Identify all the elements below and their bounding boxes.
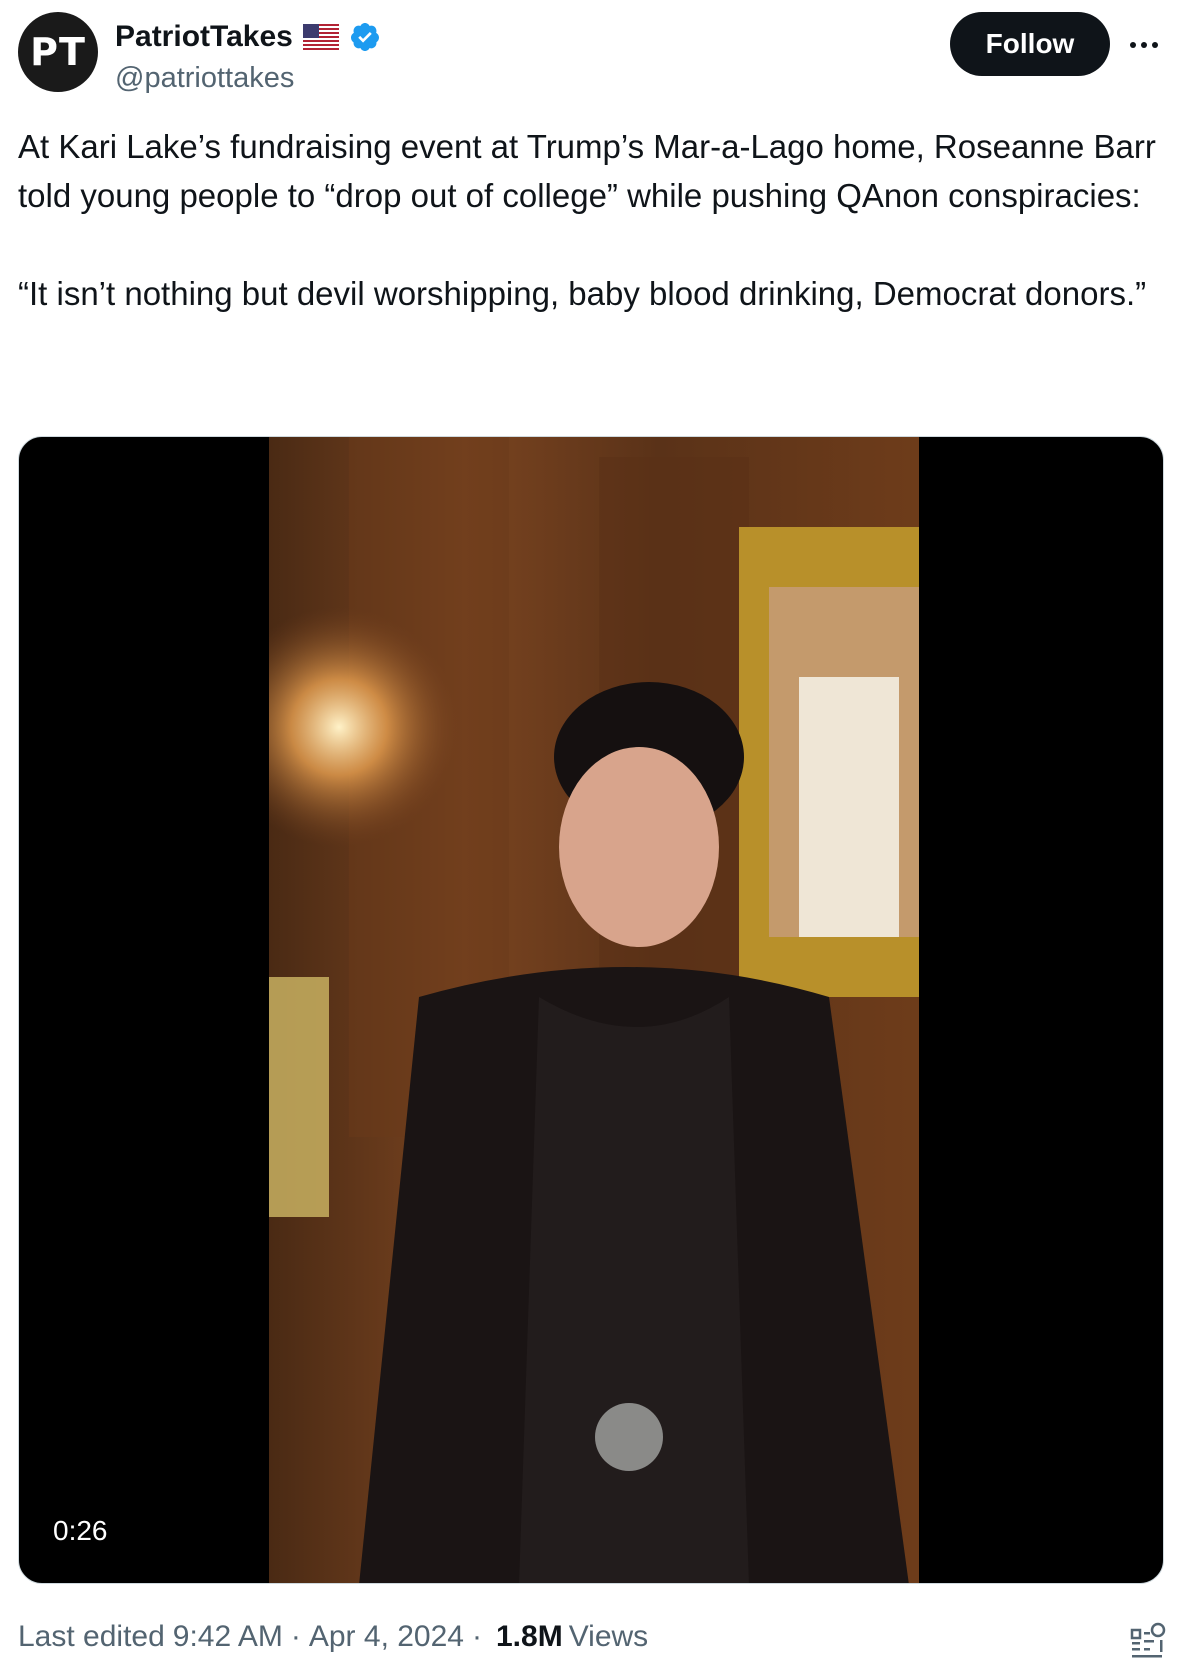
follow-button[interactable]: Follow — [950, 12, 1110, 76]
more-dot — [1130, 42, 1136, 48]
tweet-time[interactable]: 9:42 AM — [173, 1620, 283, 1654]
author-name-row: PatriotTakes — [115, 18, 381, 56]
video-player[interactable]: 0:26 — [18, 436, 1164, 1584]
more-dot — [1152, 42, 1158, 48]
verified-badge-icon — [350, 23, 379, 51]
tweet-text: At Kari Lake’s fundraising event at Trum… — [18, 122, 1168, 318]
tweet-header: PT PatriotTakes @patriottakes Follow — [18, 12, 1164, 94]
video-frame — [269, 437, 919, 1583]
qr-code-icon[interactable] — [1130, 1622, 1166, 1662]
more-icon[interactable] — [1124, 30, 1164, 60]
views-label: Views — [568, 1620, 649, 1653]
video-duration: 0:26 — [45, 1509, 116, 1553]
author-name[interactable]: PatriotTakes — [115, 20, 293, 54]
tweet-meta: Last edited 9:42 AM · Apr 4, 2024 · 1.8M… — [18, 1620, 648, 1654]
tweet-paragraph: “It isn’t nothing but devil worshipping,… — [18, 275, 1147, 312]
tweet-date[interactable]: Apr 4, 2024 — [309, 1620, 464, 1654]
author-handle[interactable]: @patriottakes — [115, 62, 294, 95]
edited-label[interactable]: Last edited — [18, 1620, 165, 1654]
avatar-initials: PT — [30, 30, 86, 74]
tweet-paragraph: At Kari Lake’s fundraising event at Trum… — [18, 128, 1156, 214]
us-flag-icon — [302, 24, 339, 50]
avatar[interactable]: PT — [18, 12, 98, 92]
more-dot — [1141, 42, 1147, 48]
views-count: 1.8M — [495, 1620, 563, 1653]
meta-separator: · — [290, 1620, 301, 1653]
meta-separator: · — [471, 1620, 482, 1653]
